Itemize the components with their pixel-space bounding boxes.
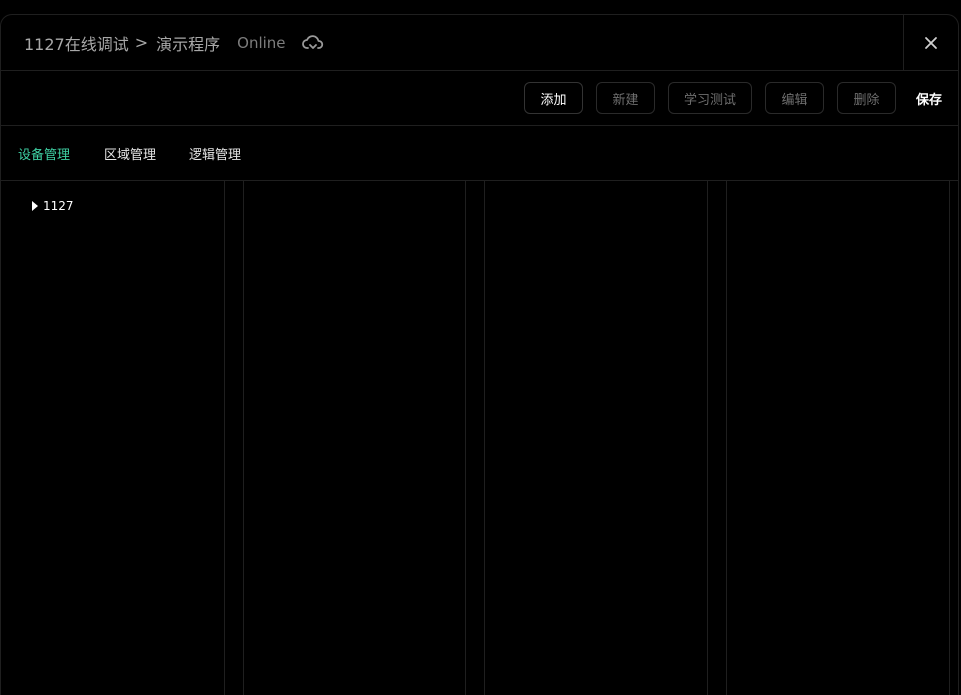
new-button[interactable]: 新建: [596, 82, 655, 114]
connection-status: Online: [237, 33, 286, 52]
learn-test-button[interactable]: 学习测试: [668, 82, 752, 114]
title-bar: 1127在线调试 > 演示程序 Online: [1, 15, 958, 71]
add-button[interactable]: 添加: [524, 82, 583, 114]
column-divider: [465, 181, 466, 695]
edit-button[interactable]: 编辑: [765, 82, 824, 114]
delete-button[interactable]: 删除: [837, 82, 896, 114]
tab-logic-management[interactable]: 逻辑管理: [189, 126, 241, 180]
save-button[interactable]: 保存: [916, 82, 942, 114]
column-divider: [224, 181, 225, 695]
caret-right-icon[interactable]: [32, 201, 38, 211]
toolbar: 添加 新建 学习测试 编辑 删除 保存: [1, 71, 958, 126]
tab-device-management[interactable]: 设备管理: [18, 126, 70, 180]
breadcrumb-root[interactable]: 1127在线调试: [24, 31, 129, 55]
close-button[interactable]: [903, 15, 958, 70]
breadcrumb: 1127在线调试 > 演示程序 Online: [24, 15, 324, 70]
close-icon: [925, 36, 937, 49]
tab-area-management[interactable]: 区域管理: [104, 126, 156, 180]
tab-bar: 设备管理 区域管理 逻辑管理: [1, 126, 958, 181]
tree-node-1127[interactable]: 1127: [32, 199, 74, 213]
debug-window: 1127在线调试 > 演示程序 Online 添加 新建 学习测试 编辑 删除 …: [0, 14, 959, 695]
column-divider: [726, 181, 727, 695]
breadcrumb-separator: >: [134, 33, 149, 52]
column-divider: [707, 181, 708, 695]
tree-node-label: 1127: [43, 199, 74, 213]
cloud-sync-icon: [301, 32, 324, 54]
column-divider: [949, 181, 950, 695]
column-divider: [243, 181, 244, 695]
breadcrumb-current: 演示程序: [156, 34, 221, 54]
column-divider: [484, 181, 485, 695]
